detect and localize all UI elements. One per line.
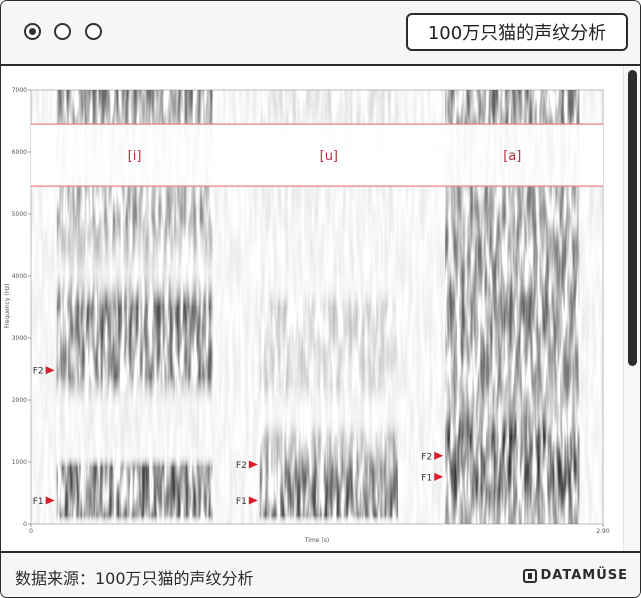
- y-axis-label: Frequency (Hz): [4, 283, 11, 328]
- vertical-scrollbar[interactable]: [623, 66, 640, 551]
- brand-logo: DATAMÜSE: [522, 568, 629, 583]
- content-area: [i] [u] [a] 0 1000 2000 3000 4000 5000 6000 7000 0…: [1, 66, 623, 551]
- x-tick-label: 0: [29, 528, 33, 535]
- vowel-label-band: [i] [u] [a]: [31, 123, 603, 187]
- brand-name: DATAMÜSE: [540, 568, 628, 583]
- source-text: 数据来源：100万只猫的声纹分析: [15, 569, 254, 588]
- scrollbar-thumb[interactable]: [628, 70, 637, 366]
- formant-label-f2: F2: [236, 461, 247, 471]
- footer: 数据来源：100万只猫的声纹分析 DATAMÜSE: [1, 551, 640, 597]
- y-tick-label: 0: [23, 521, 27, 528]
- formant-label-f2: F2: [421, 452, 432, 462]
- window-control-minimize[interactable]: [54, 23, 71, 40]
- y-tick-label: 6000: [12, 149, 27, 156]
- y-tick-label: 7000: [12, 87, 27, 94]
- x-tick-label: 2.90: [596, 528, 610, 535]
- y-tick-label: 5000: [12, 211, 27, 218]
- app-window: 100万只猫的声纹分析 [i] [u] [a] 0 1000 2000 3000…: [0, 0, 641, 598]
- spectrogram-chart: [i] [u] [a] 0 1000 2000 3000 4000 5000 6000 7000 0…: [4, 87, 610, 544]
- brand-icon: [522, 568, 537, 583]
- vowel-label: [u]: [320, 149, 338, 164]
- window-title: 100万只猫的声纹分析: [406, 13, 628, 51]
- y-tick-label: 2000: [12, 397, 27, 404]
- formant-label-f2: F2: [33, 367, 44, 377]
- formant-label-f1: F1: [33, 497, 44, 507]
- title-bar: 100万只猫的声纹分析: [1, 1, 640, 66]
- vowel-label: [i]: [128, 149, 142, 164]
- formant-label-f1: F1: [421, 473, 432, 483]
- formant-label-f1: F1: [236, 497, 247, 507]
- y-tick-label: 1000: [12, 459, 27, 466]
- window-control-maximize[interactable]: [85, 23, 102, 40]
- y-tick-label: 3000: [12, 335, 27, 342]
- x-axis-label: Time (s): [304, 537, 329, 544]
- vowel-label: [a]: [503, 149, 521, 164]
- window-control-close[interactable]: [24, 23, 41, 40]
- y-tick-label: 4000: [12, 273, 27, 280]
